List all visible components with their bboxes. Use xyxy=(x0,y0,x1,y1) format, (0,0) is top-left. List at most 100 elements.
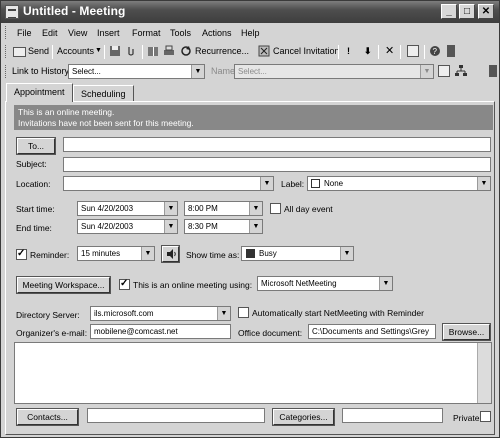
toolbar-grip-handle[interactable] xyxy=(5,45,8,58)
help-icon[interactable]: ? xyxy=(429,45,441,57)
accounts-dropdown-arrow-icon[interactable]: ▼ xyxy=(95,47,102,54)
show-time-as-select[interactable]: Busy ▼ xyxy=(241,246,354,261)
toolbar-separator xyxy=(338,45,339,59)
menu-tools[interactable]: Tools xyxy=(170,28,191,38)
history-select[interactable]: Select... ▼ xyxy=(68,64,205,79)
categories-field[interactable] xyxy=(342,408,443,423)
location-field[interactable]: ▼ xyxy=(63,176,274,191)
meeting-workspace-button[interactable]: Meeting Workspace... xyxy=(16,276,111,294)
all-day-checkbox[interactable] xyxy=(270,203,281,214)
chevron-down-icon[interactable]: ▼ xyxy=(260,177,273,190)
standard-toolbar: Send Accounts ▼ Recurrence... Cancel Inv… xyxy=(1,42,499,61)
chevron-down-icon[interactable]: ▼ xyxy=(217,307,230,320)
organizer-email-label: Organizer's e-mail: xyxy=(16,328,88,338)
end-time-label: End time: xyxy=(16,223,52,233)
print-icon[interactable] xyxy=(163,45,175,57)
delete-icon[interactable]: ✕ xyxy=(385,44,394,57)
importance-high-icon[interactable]: ! xyxy=(347,46,350,56)
start-time-label: Start time: xyxy=(16,204,55,214)
recurrence-button[interactable]: Recurrence... xyxy=(195,46,249,56)
toolbar-options-icon[interactable] xyxy=(447,45,455,57)
recurrence-icon[interactable] xyxy=(180,45,192,57)
location-label: Location: xyxy=(16,179,51,189)
accounts-button[interactable]: Accounts xyxy=(57,46,94,56)
chevron-down-icon[interactable]: ▼ xyxy=(340,247,353,260)
address-book-icon[interactable] xyxy=(147,45,159,57)
office-document-label: Office document: xyxy=(238,328,303,338)
menu-actions[interactable]: Actions xyxy=(202,28,232,38)
open-item-icon[interactable] xyxy=(438,65,450,77)
toolbar-grip-handle[interactable] xyxy=(5,65,8,78)
hierarchy-icon[interactable] xyxy=(455,65,467,77)
importance-low-icon[interactable]: ⬇ xyxy=(364,46,372,57)
menu-help[interactable]: Help xyxy=(241,28,260,38)
tab-appointment[interactable]: Appointment xyxy=(6,83,73,102)
close-button[interactable]: ✕ xyxy=(478,4,494,19)
to-field[interactable] xyxy=(63,137,491,152)
show-time-as-label: Show time as: xyxy=(186,250,240,260)
directory-server-select[interactable]: ils.microsoft.com ▼ xyxy=(90,306,231,321)
chevron-down-icon[interactable]: ▼ xyxy=(249,220,262,233)
end-date-select[interactable]: Sun 4/20/2003 ▼ xyxy=(77,219,178,234)
chevron-down-icon[interactable]: ▼ xyxy=(379,277,392,290)
history-toolbar: Link to History Select... ▼ Name Select.… xyxy=(1,62,499,81)
name-select[interactable]: Select... ▼ xyxy=(234,64,434,79)
online-meeting-info-bar: This is an online meeting. Invitations h… xyxy=(14,105,493,130)
subject-field[interactable] xyxy=(63,157,491,172)
chevron-down-icon[interactable]: ▼ xyxy=(164,202,177,215)
office-document-field[interactable]: C:\Documents and Settings\Grey xyxy=(308,324,436,339)
title-bar[interactable]: Untitled - Meeting _ □ ✕ xyxy=(1,1,499,23)
save-icon[interactable] xyxy=(109,45,121,57)
to-button[interactable]: To... xyxy=(16,137,56,155)
reminder-select[interactable]: 15 minutes ▼ xyxy=(77,246,155,261)
info-line-1: This is an online meeting. xyxy=(18,107,115,117)
chevron-down-icon[interactable]: ▼ xyxy=(249,202,262,215)
invite-attendees-icon[interactable] xyxy=(407,45,419,57)
menu-edit[interactable]: Edit xyxy=(42,28,58,38)
all-day-label: All day event xyxy=(284,204,333,214)
minimize-button[interactable]: _ xyxy=(441,4,457,19)
tab-scheduling[interactable]: Scheduling xyxy=(73,85,134,101)
contacts-field[interactable] xyxy=(87,408,265,423)
online-meeting-checkbox[interactable] xyxy=(119,278,130,290)
menu-format[interactable]: Format xyxy=(132,28,161,38)
window-title: Untitled - Meeting xyxy=(23,4,126,18)
online-meeting-select[interactable]: Microsoft NetMeeting ▼ xyxy=(257,276,393,291)
organizer-email-field[interactable]: mobilene@comcast.net xyxy=(90,324,231,339)
reminder-sound-button[interactable] xyxy=(161,245,180,263)
menu-insert[interactable]: Insert xyxy=(97,28,120,38)
start-date-select[interactable]: Sun 4/20/2003 ▼ xyxy=(77,201,178,216)
auto-start-netmeeting-checkbox[interactable] xyxy=(238,307,249,318)
send-icon[interactable] xyxy=(13,47,26,57)
toolbar-separator xyxy=(104,45,105,59)
send-button[interactable]: Send xyxy=(28,46,49,56)
toolbar-options-icon[interactable] xyxy=(489,65,497,77)
chevron-down-icon[interactable]: ▼ xyxy=(420,65,433,78)
label-select[interactable]: None ▼ xyxy=(307,176,491,191)
maximize-button[interactable]: □ xyxy=(459,4,475,19)
notes-textarea[interactable] xyxy=(14,342,492,404)
menu-view[interactable]: View xyxy=(68,28,87,38)
online-meeting-label: This is an online meeting using: xyxy=(133,280,253,290)
contacts-button[interactable]: Contacts... xyxy=(16,408,79,426)
chevron-down-icon[interactable]: ▼ xyxy=(477,177,490,190)
toolbar-separator xyxy=(378,45,379,59)
menu-file[interactable]: File xyxy=(17,28,32,38)
menu-grip-handle[interactable] xyxy=(5,26,8,39)
directory-server-label: Directory Server: xyxy=(16,310,80,320)
chevron-down-icon[interactable]: ▼ xyxy=(191,65,204,78)
notes-scrollbar[interactable] xyxy=(477,343,491,403)
browse-button[interactable]: Browse... xyxy=(442,323,491,341)
speaker-icon xyxy=(166,249,176,259)
cancel-invitation-button[interactable]: Cancel Invitation xyxy=(273,46,340,56)
reminder-checkbox[interactable] xyxy=(16,248,27,260)
end-time-select[interactable]: 8:30 PM ▼ xyxy=(184,219,263,234)
cancel-invitation-icon[interactable] xyxy=(258,45,270,57)
attach-icon[interactable] xyxy=(125,45,137,57)
chevron-down-icon[interactable]: ▼ xyxy=(164,220,177,233)
private-checkbox[interactable] xyxy=(480,411,491,422)
svg-text:?: ? xyxy=(433,47,438,56)
start-time-select[interactable]: 8:00 PM ▼ xyxy=(184,201,263,216)
chevron-down-icon[interactable]: ▼ xyxy=(141,247,154,260)
categories-button[interactable]: Categories... xyxy=(272,408,335,426)
